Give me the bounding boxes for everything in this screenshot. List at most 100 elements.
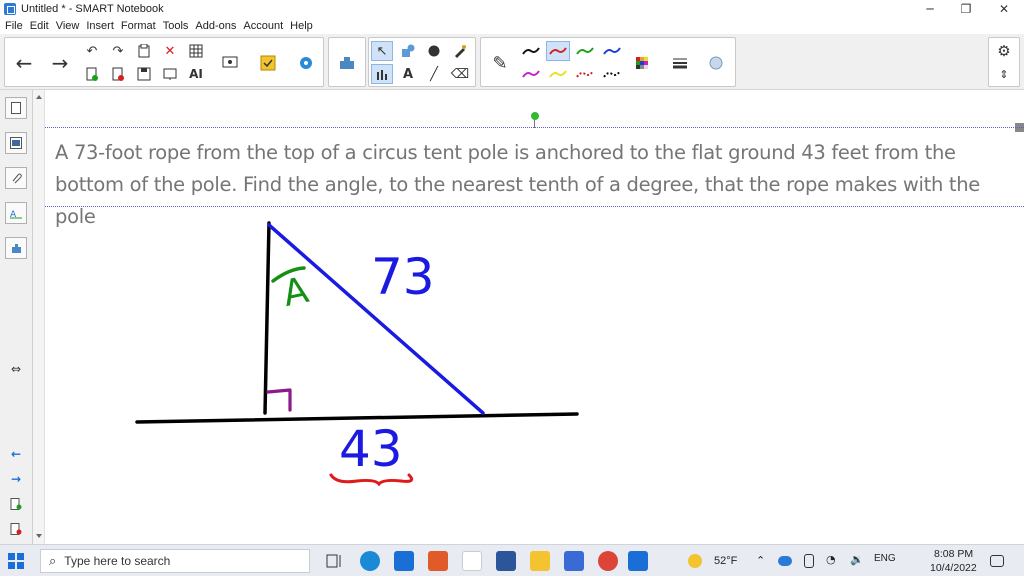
pen-button[interactable]: ✎ [485, 43, 515, 83]
pen-color-swatch[interactable] [546, 41, 570, 61]
sidebar: A ⇔ ← → [0, 90, 33, 544]
text-tool-button[interactable]: A [397, 64, 419, 84]
notifications-icon[interactable] [990, 555, 1004, 567]
settings-button[interactable]: ⚙ [993, 41, 1015, 61]
microsoft-store-icon[interactable] [428, 551, 448, 571]
sidebar-delete-page-icon[interactable] [5, 518, 27, 540]
select-tool-button[interactable]: ↖ [371, 41, 393, 61]
pen-color-swatch[interactable] [519, 41, 543, 61]
line-style-icon[interactable] [669, 53, 691, 73]
line-tool-button[interactable]: ╱ [423, 64, 445, 84]
add-ons-panel-icon[interactable] [5, 237, 27, 259]
whiteboard-canvas[interactable]: A 73-foot rope from the top of a circus … [45, 90, 1024, 544]
menu-tools[interactable]: Tools [163, 20, 189, 32]
smart-notebook-taskbar-icon[interactable] [628, 551, 648, 571]
task-view-icon[interactable] [324, 551, 344, 571]
menu-insert[interactable]: Insert [86, 20, 114, 32]
onedrive-icon[interactable] [778, 556, 792, 566]
next-page-button[interactable]: → [45, 43, 75, 83]
add-page-icon[interactable] [81, 64, 103, 84]
add-ons-icon[interactable] [332, 43, 362, 83]
sidebar-add-page-icon[interactable] [5, 493, 27, 515]
menu-edit[interactable]: Edit [30, 20, 49, 32]
minimize-button[interactable]: ─ [912, 0, 948, 18]
menu-format[interactable]: Format [121, 20, 156, 32]
base-label: 43 [339, 420, 403, 478]
remote-desktop-icon[interactable] [564, 551, 584, 571]
undo-button[interactable]: ↶ [81, 41, 103, 61]
toolbar-group-pen-styles: ✎ [480, 37, 736, 87]
save-icon[interactable] [133, 64, 155, 84]
toolbar-position-toggle[interactable]: ⇕ [993, 64, 1015, 84]
attachments-icon[interactable] [5, 167, 27, 189]
taskbar-search[interactable]: ⌕ Type here to search [40, 549, 310, 573]
toolbar: ← → ↶ ↷ ✕ AI ↖ A ╱ ⌫ ✎ ⚙ ⇕ [0, 34, 1024, 90]
previous-page-button[interactable]: ← [9, 43, 39, 83]
magic-pen-icon[interactable] [449, 41, 471, 61]
right-angle-mark [266, 388, 292, 412]
menu-bar: File Edit View Insert Format Tools Add-o… [0, 18, 1024, 34]
pen-color-swatch[interactable] [519, 64, 543, 84]
menu-view[interactable]: View [56, 20, 80, 32]
sidebar-previous-icon[interactable]: ← [5, 443, 27, 465]
sidebar-next-icon[interactable]: → [5, 468, 27, 490]
close-button[interactable]: ✕ [986, 0, 1022, 18]
edge-browser-icon[interactable] [360, 551, 380, 571]
search-placeholder: Type here to search [64, 554, 171, 568]
document-camera-icon[interactable] [219, 53, 241, 73]
wifi-icon[interactable]: ◔ [826, 553, 836, 566]
smart-ink-icon[interactable] [462, 551, 482, 571]
clock-date[interactable]: 10/4/2022 [930, 562, 977, 574]
word-icon[interactable] [496, 551, 516, 571]
activity-builder-icon[interactable] [257, 53, 279, 73]
shapes-icon[interactable] [397, 41, 419, 61]
menu-help[interactable]: Help [290, 20, 313, 32]
fill-effects-icon[interactable] [705, 53, 727, 73]
table-icon[interactable] [185, 41, 207, 61]
redo-button[interactable]: ↷ [107, 41, 129, 61]
paste-icon[interactable] [133, 41, 155, 61]
eraser-tool-button[interactable]: ⌫ [449, 64, 471, 84]
window-title: Untitled * - SMART Notebook [21, 3, 164, 15]
toolbar-group-main: ← → ↶ ↷ ✕ AI [4, 37, 324, 87]
triangle-drawing[interactable]: A 73 43 [45, 90, 1024, 544]
weather-icon[interactable] [688, 554, 702, 568]
gallery-icon[interactable] [5, 132, 27, 154]
vertical-scrollbar[interactable] [33, 90, 45, 544]
toolbar-group-addons [328, 37, 366, 87]
menu-account[interactable]: Account [243, 20, 283, 32]
page-sorter-icon[interactable] [5, 97, 27, 119]
toolbar-group-tools: ↖ A ╱ ⌫ [368, 37, 476, 87]
properties-icon[interactable]: A [5, 202, 27, 224]
battery-icon[interactable] [804, 554, 814, 568]
pen-color-swatch[interactable] [600, 64, 624, 84]
color-palette-icon[interactable] [631, 53, 653, 73]
pen-color-swatch[interactable] [573, 41, 597, 61]
outlook-icon[interactable] [394, 551, 414, 571]
pen-tool-icon[interactable] [371, 64, 393, 84]
response-icon[interactable] [295, 53, 317, 73]
show-hidden-icons-icon[interactable]: ⌃ [756, 554, 765, 567]
screen-shade-icon[interactable] [159, 64, 181, 84]
weather-temperature[interactable]: 52°F [714, 555, 737, 567]
title-bar: Untitled * - SMART Notebook [0, 0, 1024, 18]
menu-add-ons[interactable]: Add-ons [195, 20, 236, 32]
fill-icon[interactable] [423, 41, 445, 61]
resize-sidebar-icon[interactable]: ⇔ [5, 358, 27, 380]
pen-color-swatch[interactable] [573, 64, 597, 84]
chrome-icon[interactable] [598, 551, 618, 571]
clock-time[interactable]: 8:08 PM [934, 548, 973, 560]
keyboard-language-icon[interactable]: ENG [874, 553, 896, 564]
restore-button[interactable]: ❐ [948, 0, 984, 18]
handwriting-recognition-icon[interactable]: AI [185, 64, 207, 84]
pen-color-swatch[interactable] [546, 64, 570, 84]
delete-button[interactable]: ✕ [159, 41, 181, 61]
windows-start-icon[interactable] [8, 553, 24, 569]
volume-icon[interactable]: 🔉 [850, 553, 864, 566]
file-explorer-icon[interactable] [530, 551, 550, 571]
menu-file[interactable]: File [5, 20, 23, 32]
hypotenuse-label: 73 [371, 248, 435, 306]
delete-page-icon[interactable] [107, 64, 129, 84]
pole-line [263, 221, 271, 415]
pen-color-swatch[interactable] [600, 41, 624, 61]
